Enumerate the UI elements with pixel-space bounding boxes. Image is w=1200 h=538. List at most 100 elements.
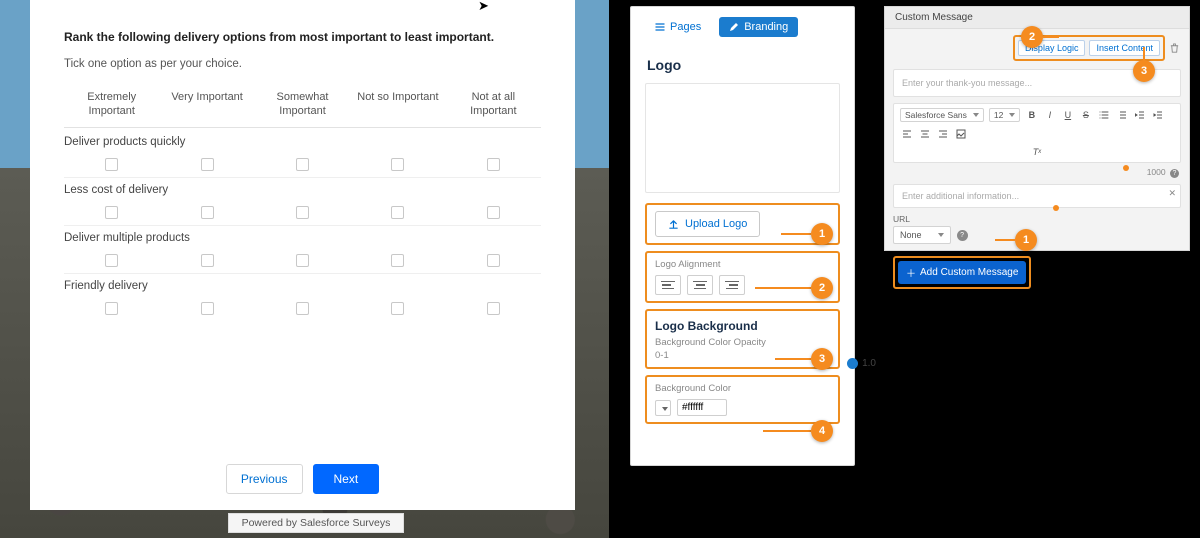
checkbox[interactable] — [487, 302, 500, 315]
slider-thumb[interactable] — [847, 358, 858, 369]
strike-button[interactable]: S — [1079, 109, 1092, 122]
checkbox[interactable] — [487, 254, 500, 267]
matrix-row: Deliver multiple products — [64, 232, 541, 274]
col-header: Very Important — [159, 90, 254, 119]
checkbox[interactable] — [105, 302, 118, 315]
opacity-slider[interactable]: 1.0 — [847, 358, 876, 369]
url-select[interactable]: None — [893, 226, 951, 244]
align-left-button[interactable] — [655, 275, 681, 295]
outdent-button[interactable] — [1133, 109, 1146, 122]
tab-branding[interactable]: Branding — [719, 17, 798, 37]
checkbox[interactable] — [105, 254, 118, 267]
align-left-button[interactable] — [900, 127, 913, 140]
checkbox[interactable] — [201, 206, 214, 219]
callout-badge: 2 — [1021, 26, 1043, 48]
question-title: Rank the following delivery options from… — [64, 30, 541, 44]
survey-panel: Rank the following delivery options from… — [0, 0, 609, 538]
tab-pages[interactable]: Pages — [645, 17, 711, 37]
list-ol-button[interactable] — [1115, 109, 1128, 122]
checkbox[interactable] — [296, 158, 309, 171]
checkbox[interactable] — [296, 302, 309, 315]
char-counter: 1000 ? — [885, 167, 1189, 182]
checkbox[interactable] — [201, 158, 214, 171]
checkbox[interactable] — [296, 206, 309, 219]
checkbox[interactable] — [391, 158, 404, 171]
pencil-icon — [729, 22, 739, 32]
checkbox[interactable] — [201, 302, 214, 315]
row-label: Deliver products quickly — [64, 136, 541, 148]
help-icon[interactable]: ? — [957, 230, 968, 241]
bold-button[interactable]: B — [1025, 109, 1038, 122]
logo-heading: Logo — [631, 41, 854, 79]
add-message-box: ＋ Add Custom Message — [893, 256, 1031, 289]
insert-content-button[interactable]: Insert Content — [1089, 40, 1160, 56]
callout-badge: 3 — [1133, 60, 1155, 82]
custom-message-panel: Custom Message Display Logic Insert Cont… — [884, 6, 1190, 251]
question-instruction: Tick one option as per your choice. — [64, 58, 541, 70]
callout-line — [763, 430, 811, 432]
bgcolor-label: Background Color — [655, 383, 830, 394]
checkbox[interactable] — [201, 254, 214, 267]
checkbox[interactable] — [105, 158, 118, 171]
upload-icon — [668, 219, 679, 230]
logo-preview — [645, 83, 840, 193]
matrix-row: Deliver products quickly — [64, 136, 541, 178]
add-custom-message-button[interactable]: ＋ Add Custom Message — [898, 261, 1026, 284]
previous-button[interactable]: Previous — [226, 464, 303, 494]
callout-line — [1043, 36, 1059, 38]
opacity-value: 1.0 — [862, 358, 876, 369]
upload-logo-box: Upload Logo — [645, 203, 840, 245]
col-header: Not at all Important — [446, 90, 541, 119]
next-button[interactable]: Next — [313, 464, 380, 494]
callout-badge: 4 — [811, 420, 833, 442]
image-button[interactable] — [954, 127, 967, 140]
plus-icon: ＋ — [906, 265, 916, 280]
align-right-button[interactable] — [719, 275, 745, 295]
indent-button[interactable] — [1151, 109, 1164, 122]
panel-header: Custom Message — [885, 7, 1189, 29]
checkbox[interactable] — [391, 302, 404, 315]
clear-format-button[interactable]: Tx — [900, 145, 1174, 158]
bgcolor-input[interactable] — [677, 399, 727, 416]
row-label: Deliver multiple products — [64, 232, 541, 244]
checkbox[interactable] — [391, 206, 404, 219]
align-right-button[interactable] — [936, 127, 949, 140]
italic-button[interactable]: I — [1043, 109, 1056, 122]
additional-info-textarea[interactable]: Enter additional information... ✕ — [893, 184, 1181, 208]
list-ul-button[interactable] — [1097, 109, 1110, 122]
checkbox[interactable] — [105, 206, 118, 219]
checkbox[interactable] — [487, 158, 500, 171]
underline-button[interactable]: U — [1061, 109, 1074, 122]
survey-card: Rank the following delivery options from… — [30, 0, 575, 510]
callout-line — [781, 233, 811, 235]
tab-label: Branding — [744, 21, 788, 33]
matrix-row: Less cost of delivery — [64, 184, 541, 226]
url-label: URL — [893, 214, 1181, 224]
font-size-select[interactable]: 12 — [989, 108, 1020, 122]
callout-line — [995, 239, 1015, 241]
branding-panel: Pages Branding Logo Upload Logo Logo Ali… — [630, 6, 855, 466]
alignment-label: Logo Alignment — [655, 259, 830, 270]
font-family-select[interactable]: Salesforce Sans — [900, 108, 984, 122]
close-icon[interactable]: ✕ — [1168, 188, 1176, 199]
checkbox[interactable] — [487, 206, 500, 219]
list-icon — [655, 22, 665, 32]
col-header: Somewhat Important — [255, 90, 350, 119]
upload-logo-button[interactable]: Upload Logo — [655, 211, 760, 237]
callout-badge: 1 — [1015, 229, 1037, 251]
align-center-button[interactable] — [687, 275, 713, 295]
matrix-row: Friendly delivery — [64, 280, 541, 321]
color-swatch-dropdown[interactable] — [655, 400, 671, 416]
row-label: Less cost of delivery — [64, 184, 541, 196]
delete-icon[interactable] — [1169, 42, 1181, 54]
powered-by-label: Powered by Salesforce Surveys — [228, 513, 404, 533]
callout-badge: 1 — [811, 223, 833, 245]
col-header: Not so Important — [350, 90, 445, 119]
callout-badge: 3 — [811, 348, 833, 370]
indicator-dot — [1123, 165, 1129, 171]
indicator-dot — [1053, 205, 1059, 211]
checkbox[interactable] — [296, 254, 309, 267]
rich-text-toolbar: Salesforce Sans 12 B I U S Tx — [893, 103, 1181, 163]
align-center-button[interactable] — [918, 127, 931, 140]
checkbox[interactable] — [391, 254, 404, 267]
